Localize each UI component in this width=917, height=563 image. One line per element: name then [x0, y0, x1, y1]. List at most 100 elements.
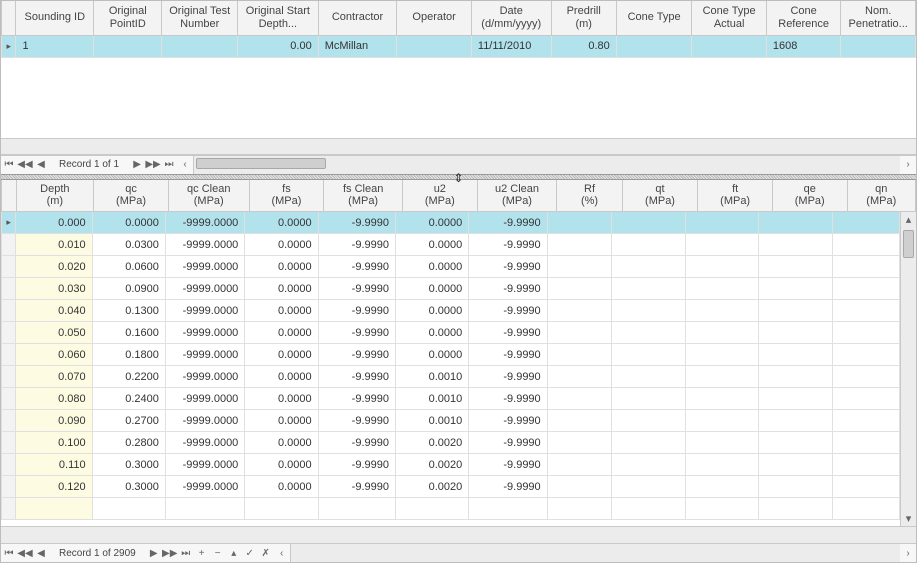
cell[interactable]: 0.0000 [245, 256, 318, 278]
cell[interactable]: -9.9990 [469, 234, 547, 256]
cell[interactable] [832, 388, 899, 410]
cell[interactable]: 0.0900 [92, 278, 165, 300]
table-row[interactable]: 0.0300.0900-9999.00000.0000-9.99900.0000… [2, 278, 900, 300]
nav-next-button[interactable]: ▶ [146, 545, 162, 562]
cell[interactable]: -9.9990 [318, 388, 395, 410]
cell[interactable] [832, 366, 899, 388]
cell[interactable] [832, 212, 899, 234]
cell[interactable]: -9.9990 [469, 256, 547, 278]
cell[interactable]: -9999.0000 [165, 344, 244, 366]
cell[interactable]: 0.0000 [245, 212, 318, 234]
cell[interactable] [832, 322, 899, 344]
cell[interactable] [611, 432, 685, 454]
cell[interactable] [547, 344, 611, 366]
cell[interactable] [611, 234, 685, 256]
cell[interactable]: 0.3000 [92, 476, 165, 498]
cell[interactable]: -9.9990 [469, 212, 547, 234]
cell[interactable]: 0.0010 [395, 388, 468, 410]
table-row[interactable]: ▸0.0000.0000-9999.00000.0000-9.99900.000… [2, 212, 900, 234]
cell[interactable]: 0.1600 [92, 322, 165, 344]
cell[interactable]: 0.0000 [395, 212, 468, 234]
cell[interactable]: 0.1800 [92, 344, 165, 366]
cell[interactable] [245, 498, 318, 520]
cell[interactable]: 0.070 [16, 366, 92, 388]
cell[interactable]: -9999.0000 [165, 234, 244, 256]
cell[interactable]: -9.9990 [318, 344, 395, 366]
cell[interactable]: 0.120 [16, 476, 92, 498]
cell[interactable]: -9.9990 [318, 476, 395, 498]
cell[interactable]: -9.9990 [318, 322, 395, 344]
cell[interactable] [686, 498, 759, 520]
table-row[interactable] [2, 498, 900, 520]
cell[interactable]: -9.9990 [318, 212, 395, 234]
cell[interactable] [611, 278, 685, 300]
cell[interactable] [686, 300, 759, 322]
table-row[interactable]: ▸ 1 0.00 McMillan 11/11/2010 0.80 1608 [2, 36, 916, 58]
cell[interactable]: 0.0010 [395, 410, 468, 432]
cell[interactable] [547, 322, 611, 344]
cell[interactable]: -9.9990 [318, 366, 395, 388]
cell[interactable]: 0.0000 [245, 300, 318, 322]
cell[interactable]: 0.0020 [395, 454, 468, 476]
cell-cone-ref[interactable]: 1608 [766, 36, 841, 58]
cell[interactable]: -9.9990 [318, 454, 395, 476]
splitter-handle-icon[interactable]: ⇕ [453, 171, 463, 185]
cell[interactable]: 0.0000 [245, 432, 318, 454]
cell[interactable] [611, 300, 685, 322]
cell[interactable]: 0.0020 [395, 432, 468, 454]
lower-rows[interactable]: ▸0.0000.0000-9999.00000.0000-9.99900.000… [1, 212, 900, 521]
cell[interactable] [611, 476, 685, 498]
column-header[interactable]: qe(MPa) [772, 180, 847, 212]
cell[interactable]: 0.040 [16, 300, 92, 322]
cell[interactable] [759, 366, 832, 388]
table-row[interactable]: 0.0100.0300-9999.00000.0000-9.99900.0000… [2, 234, 900, 256]
table-row[interactable]: 0.1200.3000-9999.00000.0000-9.99900.0020… [2, 476, 900, 498]
cell[interactable] [832, 454, 899, 476]
upper-hscroll[interactable] [1, 138, 916, 155]
cell[interactable] [759, 278, 832, 300]
cell-sounding-id[interactable]: 1 [16, 36, 94, 58]
cell[interactable]: 0.2800 [92, 432, 165, 454]
cell[interactable] [547, 234, 611, 256]
cell[interactable] [611, 212, 685, 234]
cell[interactable] [686, 322, 759, 344]
cell[interactable]: -9999.0000 [165, 212, 244, 234]
cell-nom-pen[interactable] [841, 36, 916, 58]
nav-commit-button[interactable]: ✓ [242, 545, 258, 562]
cell[interactable] [759, 388, 832, 410]
table-row[interactable]: 0.1000.2800-9999.00000.0000-9.99900.0020… [2, 432, 900, 454]
column-header[interactable]: u2(MPa) [403, 180, 478, 212]
cell[interactable]: -9999.0000 [165, 476, 244, 498]
horizontal-splitter[interactable]: ⇕ [1, 174, 916, 180]
cell[interactable]: 0.080 [16, 388, 92, 410]
table-row[interactable]: 0.0800.2400-9999.00000.0000-9.99900.0010… [2, 388, 900, 410]
cell[interactable] [759, 300, 832, 322]
cell[interactable] [318, 498, 395, 520]
cell[interactable]: 0.110 [16, 454, 92, 476]
cell[interactable]: -9.9990 [469, 300, 547, 322]
cell[interactable] [832, 234, 899, 256]
cell[interactable]: 0.0000 [395, 300, 468, 322]
lower-hscroll-track[interactable] [290, 544, 900, 562]
column-header[interactable]: ft(MPa) [698, 180, 773, 212]
cell[interactable] [686, 256, 759, 278]
cell[interactable] [547, 498, 611, 520]
cell[interactable]: 0.0000 [395, 278, 468, 300]
nav-next-button[interactable]: ▶ [129, 156, 145, 173]
cell[interactable]: -9999.0000 [165, 366, 244, 388]
cell[interactable] [611, 322, 685, 344]
cell[interactable]: -9.9990 [469, 454, 547, 476]
cell[interactable] [92, 498, 165, 520]
column-header[interactable]: fs(MPa) [249, 180, 324, 212]
column-header[interactable]: ConeReference [766, 1, 841, 35]
column-header[interactable]: OriginalPointID [94, 1, 162, 35]
nav-nextpage-button[interactable]: ▶▶ [162, 545, 178, 562]
cell[interactable]: 0.0000 [395, 256, 468, 278]
cell[interactable] [165, 498, 244, 520]
cell[interactable] [832, 432, 899, 454]
cell[interactable]: -9.9990 [469, 322, 547, 344]
cell[interactable] [611, 388, 685, 410]
cell[interactable] [832, 476, 899, 498]
scroll-down-icon[interactable]: ▾ [901, 510, 916, 526]
cell[interactable]: 0.0000 [245, 476, 318, 498]
